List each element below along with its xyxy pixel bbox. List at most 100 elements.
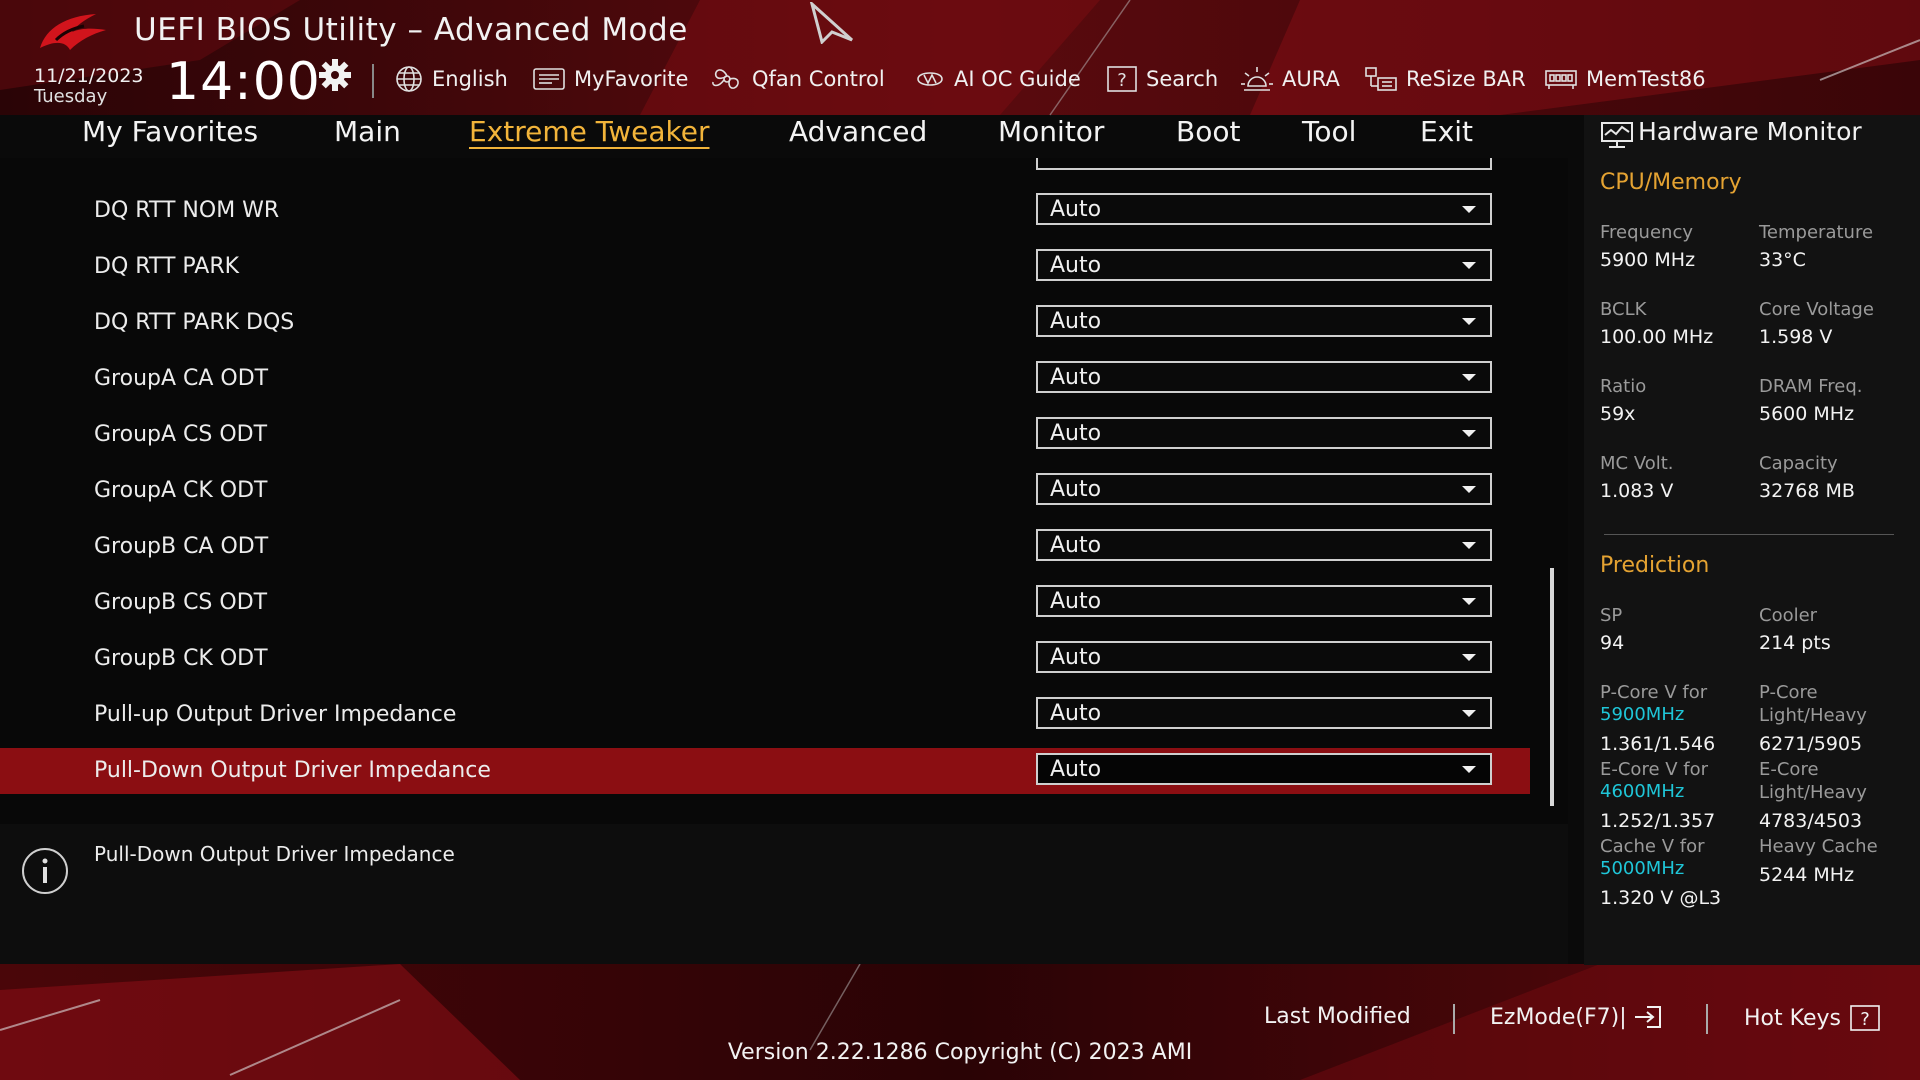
tab-main[interactable]: Main (334, 115, 401, 148)
resize-bar-icon (1365, 67, 1397, 91)
rog-logo-icon (40, 14, 106, 50)
setting-label: GroupA CA ODT (94, 366, 269, 391)
capacity-value: 32768 MB (1759, 480, 1855, 502)
scrollbar[interactable] (1550, 568, 1554, 806)
tab-tool[interactable]: Tool (1302, 115, 1356, 148)
hot-keys-button[interactable]: Hot Keys ? (1744, 1004, 1881, 1032)
ratio-value: 59x (1600, 403, 1636, 425)
toolbar-aura[interactable]: AURA (1240, 62, 1340, 96)
frequency-value: 5900 MHz (1600, 249, 1696, 271)
dropdown-value: Auto (1050, 197, 1102, 222)
top-bar: UEFI BIOS Utility – Advanced Mode 11/21/… (0, 0, 1920, 115)
capacity-label: Capacity (1759, 453, 1838, 474)
clock[interactable]: 14:00 (166, 52, 321, 112)
pcore-lh-label-line2: Light/Heavy (1759, 705, 1867, 726)
dropdown-arrow-icon (1462, 654, 1476, 661)
mc-volt-label: MC Volt. (1600, 453, 1674, 474)
dropdown-arrow-icon (1462, 486, 1476, 493)
setting-row-groupb-ca-odt[interactable]: GroupB CA ODT Auto (0, 526, 1530, 572)
last-modified-button[interactable]: Last Modified (1264, 1004, 1411, 1029)
setting-row-groupb-ck-odt[interactable]: GroupB CK ODT Auto (0, 638, 1530, 684)
temperature-label: Temperature (1759, 222, 1874, 243)
date-text: 11/21/2023 (34, 65, 144, 87)
dropdown-arrow-icon (1462, 374, 1476, 381)
footer-divider (1706, 1004, 1708, 1034)
favorite-icon (533, 68, 565, 90)
toolbar-memtest[interactable]: MemTest86 (1544, 62, 1706, 96)
ezmode-button[interactable]: EzMode(F7)| (1490, 1004, 1663, 1030)
cooler-label: Cooler (1759, 605, 1818, 626)
cooler-value: 214 pts (1759, 632, 1831, 654)
setting-row-groupa-cs-odt[interactable]: GroupA CS ODT Auto (0, 414, 1530, 460)
tab-monitor[interactable]: Monitor (998, 115, 1104, 148)
toolbar-qfan[interactable]: Qfan Control (710, 62, 885, 96)
toolbar-myfavorite[interactable]: MyFavorite (532, 62, 688, 96)
hardware-monitor-panel: Hardware Monitor CPU/Memory Frequency 59… (1584, 115, 1920, 965)
pcore-v-value: 1.361/1.546 (1600, 733, 1716, 755)
tab-extreme-tweaker[interactable]: Extreme Tweaker (469, 115, 709, 148)
help-text: Pull-Down Output Driver Impedance (94, 842, 455, 866)
setting-row-groupa-ca-odt[interactable]: GroupA CA ODT Auto (0, 358, 1530, 404)
svg-text:?: ? (1860, 1009, 1870, 1030)
dropdown-arrow-icon (1462, 766, 1476, 773)
setting-row-groupa-ck-odt[interactable]: GroupA CK ODT Auto (0, 470, 1530, 516)
pcore-v-freq: 5900MHz (1600, 704, 1685, 725)
tab-my-favorites[interactable]: My Favorites (82, 115, 258, 148)
info-icon (22, 848, 68, 894)
setting-dropdown[interactable]: Auto (1036, 641, 1492, 673)
setting-row-dq-rtt-nom-wr[interactable]: DQ RTT NOM WR Auto (0, 190, 1530, 236)
dram-freq-label: DRAM Freq. (1759, 376, 1863, 397)
toolbar-english[interactable]: English (394, 62, 508, 96)
tab-advanced[interactable]: Advanced (789, 115, 927, 148)
app-title: UEFI BIOS Utility – Advanced Mode (134, 12, 688, 48)
hardware-monitor-divider (1604, 534, 1894, 535)
setting-dropdown[interactable]: Auto (1036, 305, 1492, 337)
setting-dropdown[interactable]: Auto (1036, 417, 1492, 449)
pcore-v-label: P-Core V for (1600, 682, 1708, 703)
sp-value: 94 (1600, 632, 1625, 654)
cache-v-value: 1.320 V @L3 (1600, 887, 1722, 909)
tab-boot[interactable]: Boot (1176, 115, 1240, 148)
toolbar-search[interactable]: ? Search (1106, 62, 1218, 96)
tab-exit[interactable]: Exit (1420, 115, 1473, 148)
setting-dropdown[interactable]: Auto (1036, 529, 1492, 561)
core-voltage-value: 1.598 V (1759, 326, 1833, 348)
main-navigation: My Favorites Main Extreme Tweaker Advanc… (0, 115, 1570, 155)
dropdown-value: Auto (1050, 477, 1102, 502)
setting-row-dq-rtt-park-dqs[interactable]: DQ RTT PARK DQS Auto (0, 302, 1530, 348)
setting-row-pull-up-impedance[interactable]: Pull-up Output Driver Impedance Auto (0, 694, 1530, 740)
dropdown-arrow-icon (1462, 318, 1476, 325)
partial-dropdown (1036, 158, 1492, 170)
ecore-v-label: E-Core V for (1600, 759, 1709, 780)
setting-dropdown[interactable]: Auto (1036, 193, 1492, 225)
setting-dropdown[interactable]: Auto (1036, 473, 1492, 505)
setting-label: GroupB CK ODT (94, 646, 268, 671)
setting-row-pull-down-impedance[interactable]: Pull-Down Output Driver Impedance Auto (0, 748, 1530, 794)
gear-icon[interactable] (318, 58, 352, 92)
dropdown-arrow-icon (1462, 430, 1476, 437)
toolbar-english-label: English (432, 67, 508, 91)
dropdown-value: Auto (1050, 365, 1102, 390)
setting-dropdown[interactable]: Auto (1036, 249, 1492, 281)
dropdown-value: Auto (1050, 757, 1102, 782)
setting-label: Pull-Down Output Driver Impedance (94, 758, 491, 783)
setting-label: DQ RTT NOM WR (94, 198, 280, 223)
hardware-monitor-title: Hardware Monitor (1638, 117, 1862, 146)
toolbar-resize-bar[interactable]: ReSize BAR (1364, 62, 1526, 96)
dropdown-value: Auto (1050, 253, 1102, 278)
setting-row-dq-rtt-park[interactable]: DQ RTT PARK Auto (0, 246, 1530, 292)
cursor-icon (809, 2, 854, 44)
bclk-label: BCLK (1600, 299, 1647, 320)
cpu-memory-heading: CPU/Memory (1600, 170, 1742, 195)
toolbar-resize-bar-label: ReSize BAR (1406, 67, 1526, 91)
setting-dropdown[interactable]: Auto (1036, 753, 1492, 785)
setting-dropdown[interactable]: Auto (1036, 585, 1492, 617)
setting-dropdown[interactable]: Auto (1036, 697, 1492, 729)
dropdown-arrow-icon (1462, 206, 1476, 213)
footer-divider (1453, 1004, 1455, 1034)
temperature-value: 33°C (1759, 249, 1806, 271)
toolbar-ai-oc-guide[interactable]: AI OC Guide (914, 62, 1081, 96)
setting-row-groupb-cs-odt[interactable]: GroupB CS ODT Auto (0, 582, 1530, 628)
frequency-label: Frequency (1600, 222, 1693, 243)
setting-dropdown[interactable]: Auto (1036, 361, 1492, 393)
